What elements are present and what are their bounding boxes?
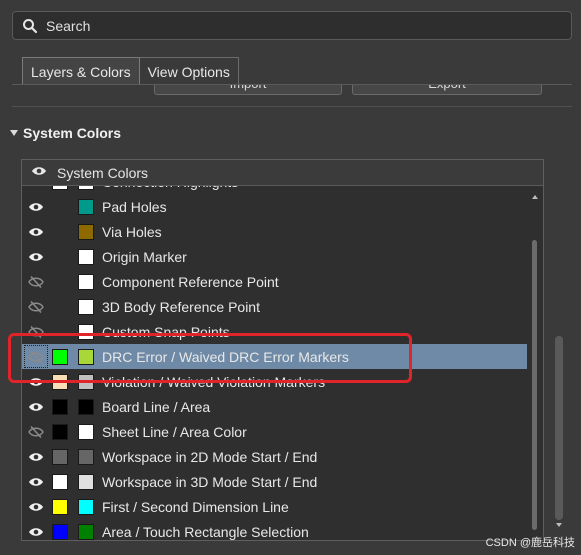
eye-icon[interactable] (22, 226, 50, 238)
table-row[interactable]: Connection Highlights (22, 186, 527, 194)
row-label: Sheet Line / Area Color (102, 423, 247, 440)
table-header-title: System Colors (57, 164, 149, 181)
color-swatch-primary[interactable] (52, 473, 68, 490)
color-swatch-secondary[interactable] (78, 473, 94, 490)
table-row[interactable]: Pad Holes (22, 194, 527, 219)
scroll-thumb[interactable] (532, 240, 537, 530)
eye-icon[interactable] (22, 251, 50, 263)
eye-icon[interactable] (31, 164, 47, 182)
eye-hidden-icon[interactable] (22, 425, 50, 439)
row-label: Workspace in 2D Mode Start / End (102, 448, 318, 465)
row-label: Connection Highlights (102, 186, 238, 190)
eye-hidden-icon[interactable] (22, 275, 50, 289)
row-label: First / Second Dimension Line (102, 498, 289, 515)
table-row[interactable]: Workspace in 2D Mode Start / End (22, 444, 527, 469)
table-row[interactable]: Sheet Line / Area Color (22, 419, 527, 444)
search-bar[interactable]: Search (12, 11, 572, 40)
table-scrollbar[interactable] (528, 186, 543, 540)
import-button[interactable]: Import (154, 85, 342, 95)
color-swatch-secondary[interactable] (78, 523, 94, 540)
section-header-system-colors[interactable]: System Colors (10, 124, 121, 142)
eye-icon[interactable] (22, 501, 50, 513)
table-row[interactable]: Origin Marker (22, 244, 527, 269)
color-swatch-primary[interactable] (52, 523, 68, 540)
search-icon (23, 18, 38, 33)
row-label: Via Holes (102, 223, 162, 240)
import-export-area: Import Export (12, 85, 572, 105)
row-label: Pad Holes (102, 198, 167, 215)
color-swatch-primary[interactable] (52, 448, 68, 465)
color-swatch-secondary[interactable] (78, 423, 94, 440)
tab-layers-colors[interactable]: Layers & Colors (22, 57, 140, 85)
eye-icon[interactable] (22, 451, 50, 463)
color-swatch-secondary[interactable] (78, 398, 94, 415)
table-row[interactable]: 3D Body Reference Point (22, 294, 527, 319)
row-label: Component Reference Point (102, 273, 279, 290)
color-swatch-secondary[interactable] (78, 273, 94, 290)
row-label: Origin Marker (102, 248, 187, 265)
color-swatch-secondary[interactable] (78, 498, 94, 515)
eye-icon[interactable] (22, 201, 50, 213)
color-swatch-primary[interactable] (52, 423, 68, 440)
search-input[interactable]: Search (46, 18, 90, 34)
eye-icon[interactable] (22, 476, 50, 488)
eye-icon[interactable] (22, 526, 50, 538)
row-label: Workspace in 3D Mode Start / End (102, 473, 318, 490)
tab-view-options[interactable]: View Options (139, 57, 239, 85)
table-row[interactable]: First / Second Dimension Line (22, 494, 527, 519)
color-swatch-secondary[interactable] (78, 298, 94, 315)
panel-scroll-thumb[interactable] (555, 336, 563, 520)
color-swatch-primary[interactable] (52, 186, 68, 190)
color-swatch-secondary[interactable] (78, 248, 94, 265)
color-swatch-primary[interactable] (52, 398, 68, 415)
collapse-triangle-icon[interactable] (10, 130, 18, 136)
color-swatch-secondary[interactable] (78, 198, 94, 215)
section-title: System Colors (23, 125, 122, 141)
table-row[interactable]: Via Holes (22, 219, 527, 244)
scroll-up-arrow-icon[interactable] (532, 195, 538, 199)
row-label: Area / Touch Rectangle Selection (102, 523, 309, 540)
color-swatch-secondary[interactable] (78, 186, 94, 190)
table-row[interactable]: Component Reference Point (22, 269, 527, 294)
eye-hidden-icon[interactable] (22, 300, 50, 314)
table-row[interactable]: Workspace in 3D Mode Start / End (22, 469, 527, 494)
table-row[interactable]: Board Line / Area (22, 394, 527, 419)
color-swatch-secondary[interactable] (78, 223, 94, 240)
export-button[interactable]: Export (352, 85, 542, 95)
scroll-down-arrow-icon[interactable] (556, 523, 562, 527)
divider (12, 106, 572, 107)
annotation-highlight-box (8, 333, 412, 383)
row-label: Board Line / Area (102, 398, 211, 415)
row-label: 3D Body Reference Point (102, 298, 260, 315)
tab-bar: Layers & Colors View Options (22, 57, 239, 85)
color-swatch-secondary[interactable] (78, 448, 94, 465)
table-row[interactable]: Area / Touch Rectangle Selection (22, 519, 527, 540)
table-header: System Colors (22, 160, 543, 186)
watermark: CSDN @鹿岳科技 (485, 537, 575, 549)
color-swatch-primary[interactable] (52, 498, 68, 515)
eye-icon[interactable] (22, 401, 50, 413)
eye-icon[interactable] (22, 186, 50, 188)
